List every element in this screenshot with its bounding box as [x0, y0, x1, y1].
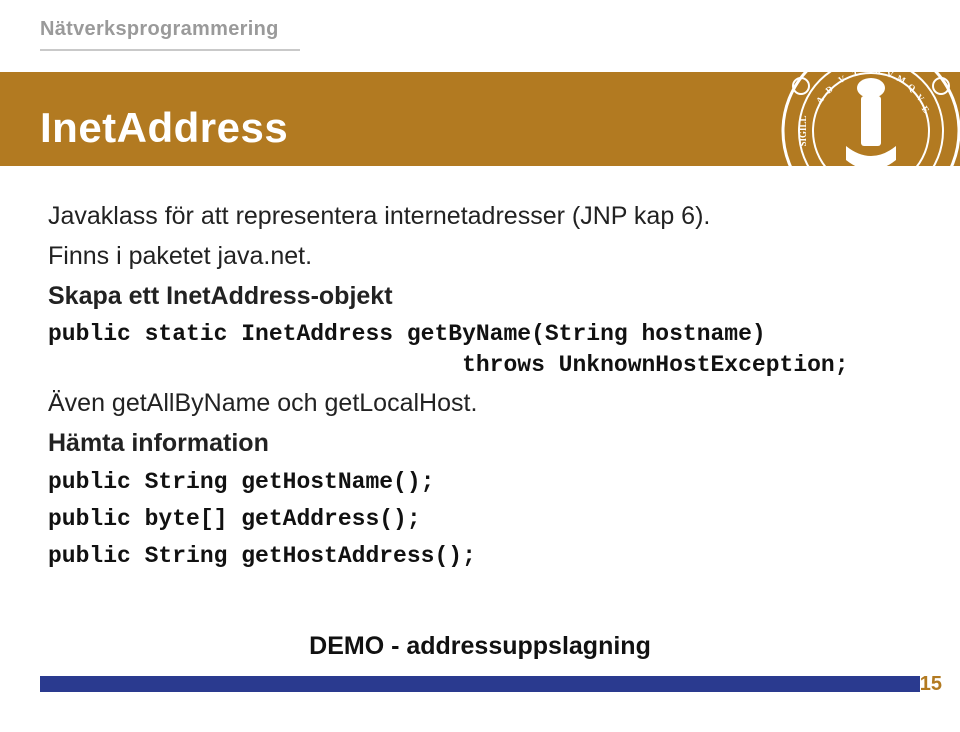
- page-number: 15: [920, 673, 942, 696]
- slide-title: InetAddress: [40, 104, 288, 152]
- body-line: Finns i paketet java.net.: [48, 240, 912, 274]
- section-heading: Hämta information: [48, 427, 912, 461]
- code-line: public String getHostAddress();: [48, 541, 912, 572]
- code-line: public String getHostName();: [48, 467, 912, 498]
- body-line: Även getAllByName och getLocalHost.: [48, 387, 912, 421]
- code-line: public byte[] getAddress();: [48, 504, 912, 535]
- demo-label: DEMO - addressuppslagning: [48, 630, 912, 664]
- header-rule: [40, 49, 300, 51]
- title-bar: InetAddress A D V T R: [0, 72, 960, 166]
- svg-text:SIGILL: SIGILL: [798, 115, 808, 146]
- svg-text:Q: Q: [906, 81, 918, 93]
- svg-text:T: T: [851, 68, 859, 79]
- footer: [40, 676, 920, 712]
- slide: Nätverksprogrammering InetAddress A: [0, 0, 960, 732]
- code-line: public static InetAddress getByName(Stri…: [48, 319, 912, 381]
- section-heading: Skapa ett InetAddress-objekt: [48, 280, 912, 314]
- footer-bar: [40, 676, 920, 692]
- university-seal-icon: A D V T R V M Q V E SIGILL: [766, 26, 960, 236]
- content-area: Javaklass för att representera interneta…: [0, 166, 960, 664]
